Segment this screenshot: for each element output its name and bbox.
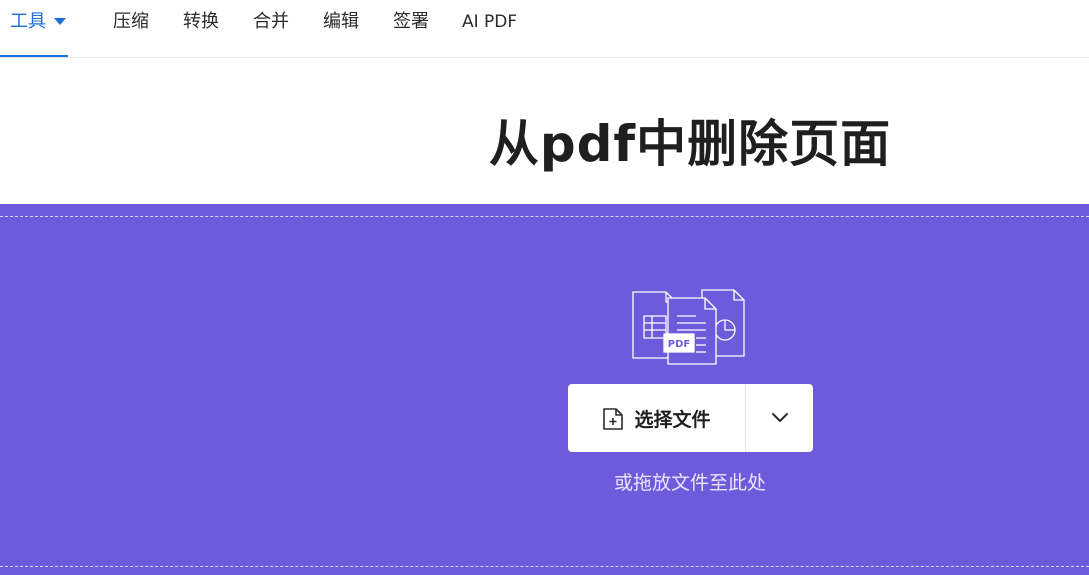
select-file-button[interactable]: 选择文件 — [568, 384, 746, 452]
pdf-badge-text: PDF — [668, 339, 690, 350]
nav-item-edit[interactable]: 编辑 — [323, 0, 359, 57]
select-file-label: 选择文件 — [634, 408, 711, 431]
select-file-button-group: 选择文件 — [568, 384, 813, 452]
nav-item-tools[interactable]: 工具 — [0, 0, 68, 57]
dropzone-border-bottom — [0, 566, 1089, 567]
nav-item-convert[interactable]: 转换 — [183, 0, 219, 57]
chevron-down-icon — [771, 413, 788, 422]
file-dropzone[interactable]: PDF 选择文件 或拖放文件至此处 — [0, 204, 1089, 575]
add-file-icon — [603, 408, 624, 430]
nav-item-ai-pdf[interactable]: AI PDF — [462, 0, 517, 57]
documents-illustration-icon: PDF — [632, 289, 745, 365]
caret-down-icon — [54, 18, 66, 25]
drop-hint-text: 或拖放文件至此处 — [613, 472, 766, 494]
active-tab-underline — [0, 55, 68, 57]
nav-item-label: 工具 — [10, 11, 46, 32]
source-dropdown-button[interactable] — [746, 384, 813, 452]
nav-item-compress[interactable]: 压缩 — [113, 0, 149, 57]
nav-item-label: 压缩 — [113, 11, 149, 32]
nav-item-merge[interactable]: 合并 — [253, 0, 289, 57]
nav-item-label: AI PDF — [462, 12, 518, 32]
nav-item-label: 编辑 — [323, 11, 359, 32]
nav-item-label: 合并 — [253, 11, 289, 32]
nav-item-sign[interactable]: 签署 — [393, 0, 429, 57]
nav-item-label: 转换 — [183, 11, 219, 32]
top-nav: 工具 压缩 转换 合并 编辑 签署 AI PDF — [0, 0, 1089, 58]
nav-item-label: 签署 — [393, 11, 429, 32]
page-title: 从pdf中删除页面 — [488, 115, 892, 173]
dropzone-border-top — [0, 216, 1089, 217]
